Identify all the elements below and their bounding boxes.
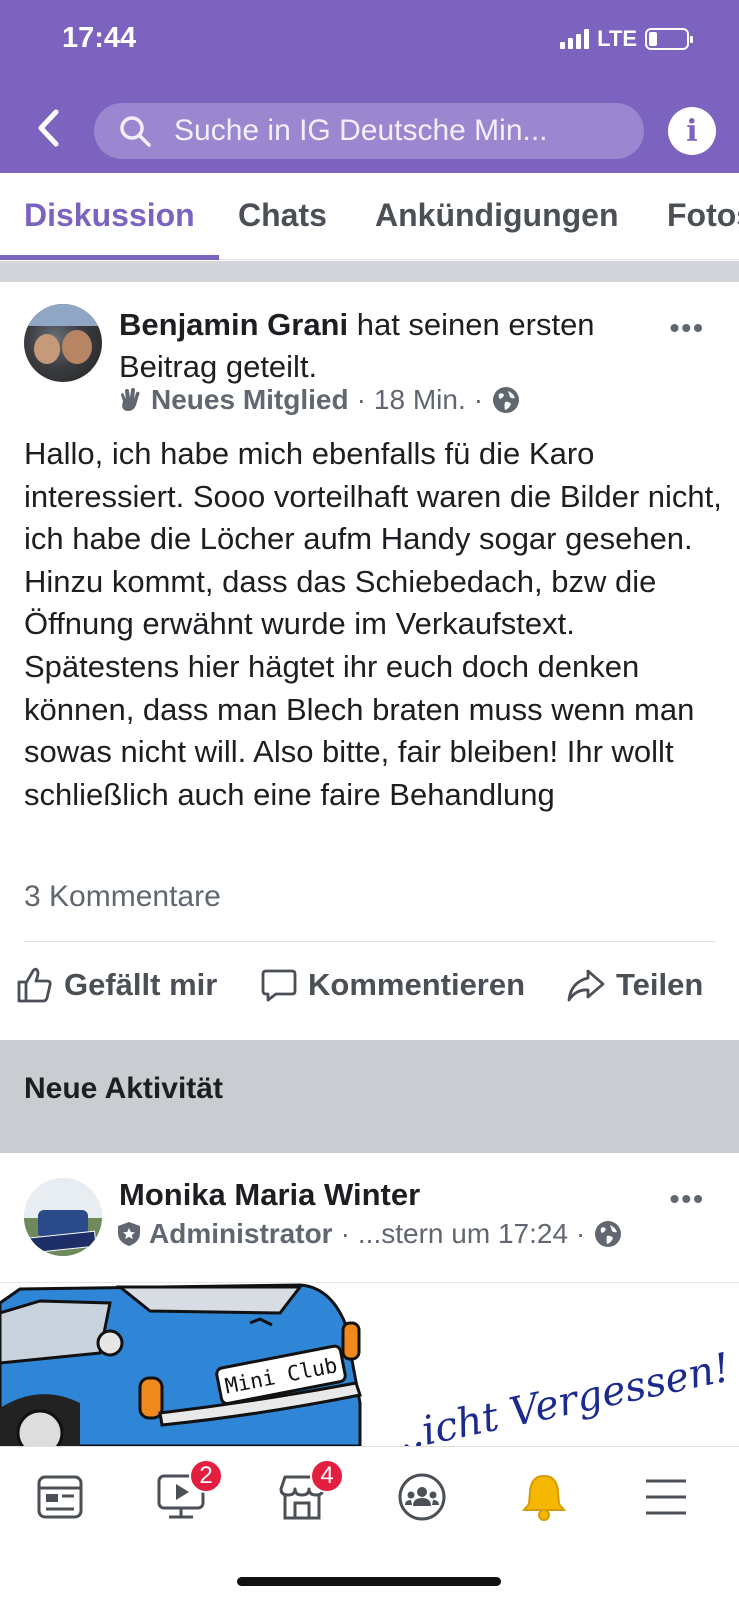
globe-icon bbox=[595, 1221, 622, 1247]
mini-car-illustration: Mini Club ...icht Vergessen! bbox=[0, 1283, 735, 1446]
nav-menu[interactable] bbox=[636, 1467, 696, 1527]
tab-chats[interactable]: Chats bbox=[238, 197, 327, 234]
search-icon bbox=[120, 116, 151, 147]
admin-badge: Administrator bbox=[149, 1218, 333, 1249]
network-type: LTE bbox=[597, 26, 637, 51]
home-indicator[interactable] bbox=[237, 1577, 501, 1586]
status-time: 17:44 bbox=[62, 22, 137, 54]
comment-label: Kommentieren bbox=[308, 967, 526, 1002]
battery-icon bbox=[645, 28, 693, 50]
tab-bar: Diskussion Chats Ankündigungen Fotos bbox=[0, 173, 739, 260]
post-author[interactable]: Benjamin Grani bbox=[119, 307, 348, 342]
meta-dot: · bbox=[576, 1218, 586, 1249]
avatar[interactable] bbox=[24, 1178, 102, 1256]
signal-icon bbox=[560, 29, 590, 49]
post-meta: Neues Mitglied · 18 Min. · bbox=[117, 384, 521, 416]
like-label: Gefällt mir bbox=[64, 967, 218, 1002]
nav-groups[interactable] bbox=[392, 1467, 452, 1527]
avatar[interactable] bbox=[24, 304, 102, 382]
activity-time[interactable]: ...stern um 17:24 bbox=[358, 1218, 568, 1250]
post-actions: Gefällt mir Kommentieren Teilen bbox=[0, 960, 739, 1020]
back-button[interactable] bbox=[28, 106, 68, 150]
post-header: Benjamin Grani hat seinen ersten Beitrag… bbox=[119, 304, 679, 388]
section-title: Neue Aktivität bbox=[24, 1072, 223, 1105]
activity-author[interactable]: Monika Maria Winter bbox=[119, 1177, 420, 1213]
speech-bubble-icon bbox=[261, 969, 297, 1002]
comment-button[interactable]: Kommentieren bbox=[260, 966, 525, 1004]
more-options-button[interactable]: ••• bbox=[670, 312, 705, 344]
nav-notifications[interactable] bbox=[514, 1467, 574, 1527]
waving-hand-icon bbox=[121, 388, 140, 411]
divider bbox=[24, 941, 715, 942]
news-feed-icon bbox=[37, 1475, 83, 1519]
meta-dot: · bbox=[473, 384, 484, 415]
app-header: 17:44 LTE Suche in IG Deutsche Min... i bbox=[0, 0, 739, 173]
groups-icon bbox=[398, 1473, 446, 1521]
tab-ankuendigungen[interactable]: Ankündigungen bbox=[375, 197, 619, 234]
meta-dot: · bbox=[340, 1218, 350, 1249]
search-input[interactable]: Suche in IG Deutsche Min... bbox=[94, 103, 644, 159]
post-card: Benjamin Grani hat seinen ersten Beitrag… bbox=[0, 282, 739, 1042]
globe-icon bbox=[493, 387, 520, 413]
separator bbox=[0, 261, 739, 282]
bell-icon bbox=[521, 1474, 567, 1521]
nav-watch[interactable]: 2 bbox=[151, 1459, 223, 1527]
activity-meta: Administrator · ...stern um 17:24 · bbox=[117, 1218, 623, 1250]
more-options-button[interactable]: ••• bbox=[670, 1183, 705, 1215]
member-badge: Neues Mitglied bbox=[151, 384, 349, 415]
share-button[interactable]: Teilen bbox=[566, 966, 703, 1004]
caption-text: ...icht Vergessen! bbox=[381, 1345, 735, 1446]
like-button[interactable]: Gefällt mir bbox=[16, 966, 217, 1004]
meta-dot: · bbox=[356, 384, 366, 415]
comments-count[interactable]: 3 Kommentare bbox=[24, 880, 221, 914]
nav-marketplace[interactable]: 4 bbox=[272, 1459, 344, 1527]
notification-badge: 4 bbox=[310, 1459, 344, 1493]
post-time[interactable]: 18 Min. bbox=[374, 384, 466, 416]
status-indicators: LTE bbox=[560, 26, 693, 52]
post-image[interactable]: Mini Club ...icht Vergessen! bbox=[0, 1283, 739, 1446]
activity-post-card: Monika Maria Winter ••• Administrator · … bbox=[0, 1153, 739, 1283]
tab-diskussion[interactable]: Diskussion bbox=[24, 197, 195, 234]
notification-badge: 2 bbox=[189, 1459, 223, 1493]
info-button[interactable]: i bbox=[668, 107, 716, 155]
admin-shield-icon bbox=[118, 1222, 140, 1246]
tab-fotos[interactable]: Fotos bbox=[667, 197, 739, 234]
bottom-nav: 2 4 bbox=[0, 1446, 739, 1600]
chevron-left-icon bbox=[38, 109, 59, 147]
active-tab-indicator bbox=[0, 255, 219, 260]
hamburger-menu-icon bbox=[646, 1479, 686, 1515]
nav-news-feed[interactable] bbox=[30, 1467, 90, 1527]
info-icon: i bbox=[686, 113, 698, 149]
search-placeholder: Suche in IG Deutsche Min... bbox=[174, 114, 548, 147]
share-arrow-icon bbox=[567, 969, 605, 1002]
share-label: Teilen bbox=[616, 967, 704, 1002]
thumbs-up-icon bbox=[17, 967, 52, 1003]
post-text: Hallo, ich habe mich ebenfalls fü die Ka… bbox=[24, 436, 722, 812]
